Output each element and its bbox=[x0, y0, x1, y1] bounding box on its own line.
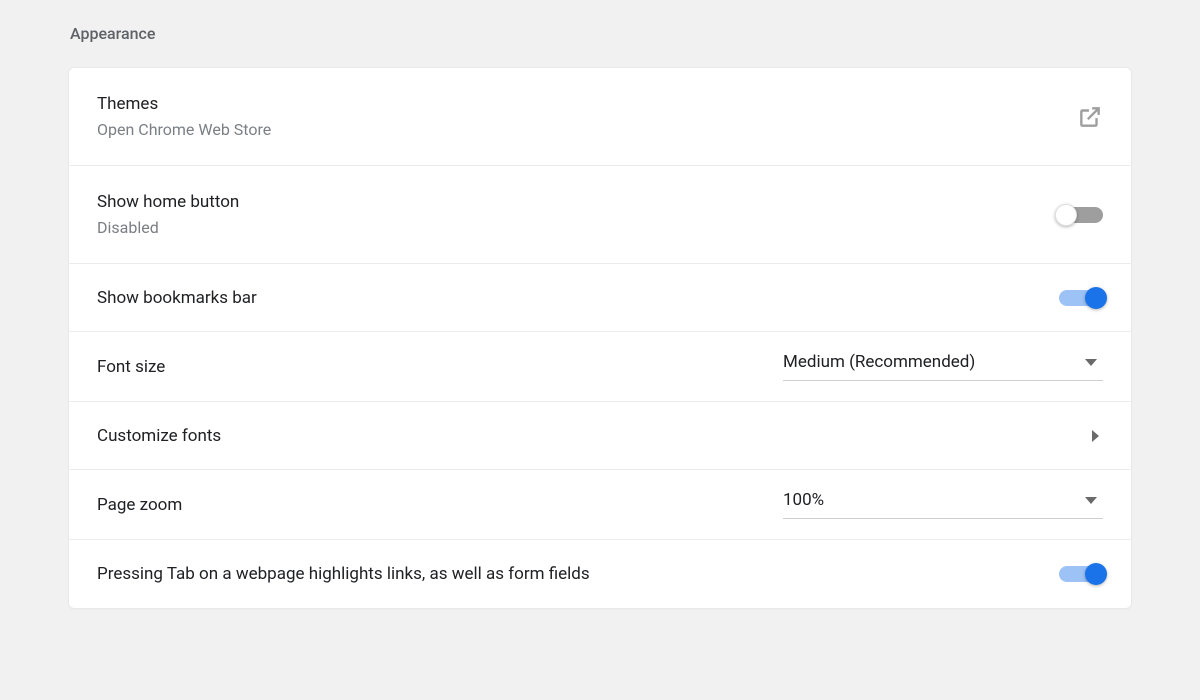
toggle-knob bbox=[1085, 563, 1107, 585]
toggle-knob bbox=[1085, 287, 1107, 309]
page-zoom-dropdown[interactable]: 100% bbox=[783, 490, 1103, 519]
bookmarks-bar-title: Show bookmarks bar bbox=[97, 288, 257, 308]
toggle-knob bbox=[1055, 204, 1077, 226]
external-link-icon bbox=[1077, 104, 1103, 130]
home-button-title: Show home button bbox=[97, 192, 239, 212]
font-size-value: Medium (Recommended) bbox=[783, 352, 975, 372]
chevron-down-icon bbox=[1085, 497, 1097, 504]
home-button-subtitle: Disabled bbox=[97, 218, 239, 237]
font-size-dropdown[interactable]: Medium (Recommended) bbox=[783, 352, 1103, 381]
tab-highlight-title: Pressing Tab on a webpage highlights lin… bbox=[97, 564, 590, 584]
row-themes[interactable]: Themes Open Chrome Web Store bbox=[69, 68, 1131, 166]
row-home-button: Show home button Disabled bbox=[69, 166, 1131, 264]
chevron-down-icon bbox=[1085, 359, 1097, 366]
bookmarks-bar-toggle[interactable] bbox=[1059, 290, 1103, 306]
row-tab-highlight: Pressing Tab on a webpage highlights lin… bbox=[69, 540, 1131, 608]
row-font-size: Font size Medium (Recommended) bbox=[69, 332, 1131, 402]
themes-subtitle: Open Chrome Web Store bbox=[97, 120, 271, 139]
row-page-zoom: Page zoom 100% bbox=[69, 470, 1131, 540]
home-button-toggle[interactable] bbox=[1059, 207, 1103, 223]
chevron-right-icon bbox=[1092, 430, 1099, 442]
font-size-title: Font size bbox=[97, 357, 165, 377]
page-zoom-title: Page zoom bbox=[97, 495, 182, 515]
tab-highlight-toggle[interactable] bbox=[1059, 566, 1103, 582]
themes-title: Themes bbox=[97, 94, 271, 114]
customize-fonts-title: Customize fonts bbox=[97, 426, 221, 446]
page-zoom-value: 100% bbox=[783, 490, 824, 510]
section-title: Appearance bbox=[68, 24, 1132, 43]
row-bookmarks-bar: Show bookmarks bar bbox=[69, 264, 1131, 332]
appearance-card: Themes Open Chrome Web Store Show home b… bbox=[68, 67, 1132, 609]
row-customize-fonts[interactable]: Customize fonts bbox=[69, 402, 1131, 470]
